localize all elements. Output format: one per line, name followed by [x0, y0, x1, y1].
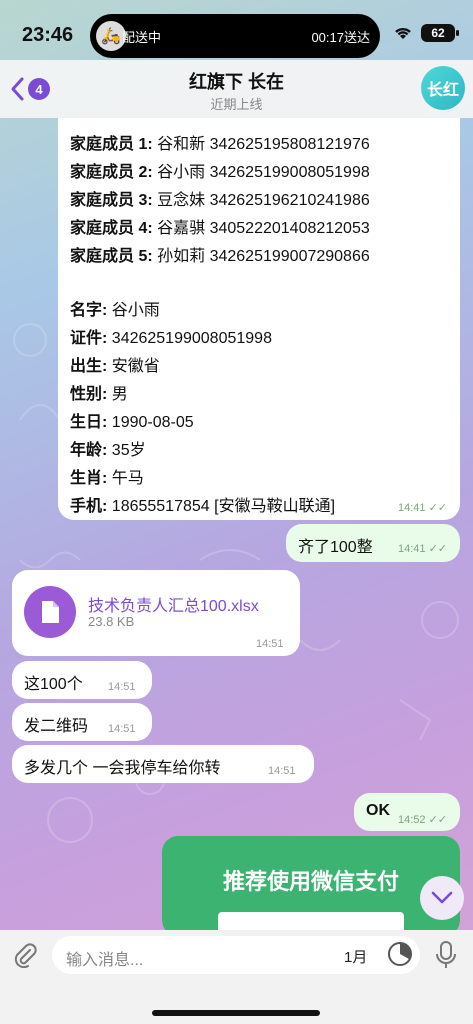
- incoming-message[interactable]: 这100个 14:51: [12, 661, 152, 699]
- detail-row-id: 证件: 342625199008051998: [70, 330, 272, 347]
- sticker-month-label[interactable]: 1月: [344, 946, 367, 967]
- message-text: 这100个: [24, 676, 83, 693]
- scroll-down-button[interactable]: [420, 876, 464, 920]
- detail-row-age: 年龄: 35岁: [70, 442, 146, 459]
- message-time: 14:51: [268, 765, 296, 777]
- message-text: 发二维码: [24, 718, 89, 735]
- attach-icon[interactable]: [12, 942, 38, 968]
- wifi-icon: [395, 27, 411, 39]
- message-text: 多发几个 一会我停车给你转: [24, 760, 221, 777]
- chevron-down-icon: [431, 891, 453, 904]
- status-time: 23:46: [22, 24, 74, 46]
- card-text: 推荐使用微信支付: [222, 869, 399, 894]
- message-time: 14:51: [108, 681, 136, 693]
- payment-image-card[interactable]: 推荐使用微信支付: [162, 836, 460, 936]
- home-indicator[interactable]: [152, 1010, 320, 1016]
- detail-row-name: 名字: 谷小雨: [70, 302, 160, 319]
- file-message[interactable]: 技术负责人汇总100.xlsx 23.8 KB 14:51: [12, 570, 300, 656]
- document-icon[interactable]: [24, 586, 76, 638]
- battery-icon: 62: [421, 24, 459, 42]
- message-time: 14:52 ✓✓: [398, 814, 448, 826]
- message-input-placeholder: 输入消息...: [66, 952, 144, 969]
- chat-header: 4 红旗下 长在 近期上线 长红: [0, 60, 473, 118]
- family-row-2: 家庭成员 2: 谷小雨 342625199008051998: [70, 164, 370, 181]
- message-time: 14:41 ✓✓: [398, 502, 448, 514]
- system-icons: 62: [393, 24, 459, 42]
- detail-row-birthday: 生日: 1990-08-05: [70, 414, 194, 431]
- message-text: 齐了100整: [298, 539, 373, 556]
- family-row-1: 家庭成员 1: 谷和新 342625195808121976: [70, 136, 370, 153]
- file-size: 23.8 KB: [88, 614, 135, 629]
- microphone-icon[interactable]: [434, 940, 458, 970]
- chat-subtitle: 近期上线: [210, 97, 263, 112]
- message-text: OK: [366, 802, 390, 819]
- chat-title[interactable]: 红旗下 长在: [0, 68, 473, 94]
- timer-icon[interactable]: [387, 941, 413, 967]
- info-message-bubble[interactable]: 家庭成员 1: 谷和新 342625195808121976 家庭成员 2: 谷…: [58, 118, 460, 520]
- incoming-message[interactable]: 发二维码 14:51: [12, 703, 152, 741]
- incoming-message[interactable]: 多发几个 一会我停车给你转 14:51: [12, 745, 314, 783]
- dynamic-island[interactable]: 🛵 配送中 00:17送达: [90, 14, 380, 58]
- file-name[interactable]: 技术负责人汇总100.xlsx: [88, 592, 259, 616]
- message-input-bar: 输入消息... 1月: [0, 930, 473, 1024]
- family-row-3: 家庭成员 3: 豆念妹 342625196210241986: [70, 192, 370, 209]
- detail-row-phone: 手机: 18655517854 [安徽马鞍山联通]: [70, 498, 336, 515]
- message-time: 14:51: [256, 638, 284, 650]
- island-right-text: 00:17送达: [311, 30, 370, 45]
- outgoing-message[interactable]: 齐了100整 14:41 ✓✓: [286, 524, 460, 562]
- message-time: 14:41 ✓✓: [398, 543, 448, 555]
- island-left-text: 配送中: [122, 30, 162, 45]
- family-row-5: 家庭成员 5: 孙如莉 342625199007290866: [70, 248, 370, 265]
- status-bar: 23:46 🛵 配送中 00:17送达 62: [0, 0, 473, 60]
- family-row-4: 家庭成员 4: 谷嘉骐 340522201408212053: [70, 220, 370, 237]
- detail-row-birthplace: 出生: 安徽省: [70, 358, 160, 375]
- detail-row-gender: 性别: 男: [70, 386, 128, 403]
- outgoing-message[interactable]: OK 14:52 ✓✓: [354, 793, 460, 831]
- detail-row-zodiac: 生肖: 午马: [70, 470, 144, 487]
- message-time: 14:51: [108, 723, 136, 735]
- contact-avatar[interactable]: 长红: [421, 66, 465, 110]
